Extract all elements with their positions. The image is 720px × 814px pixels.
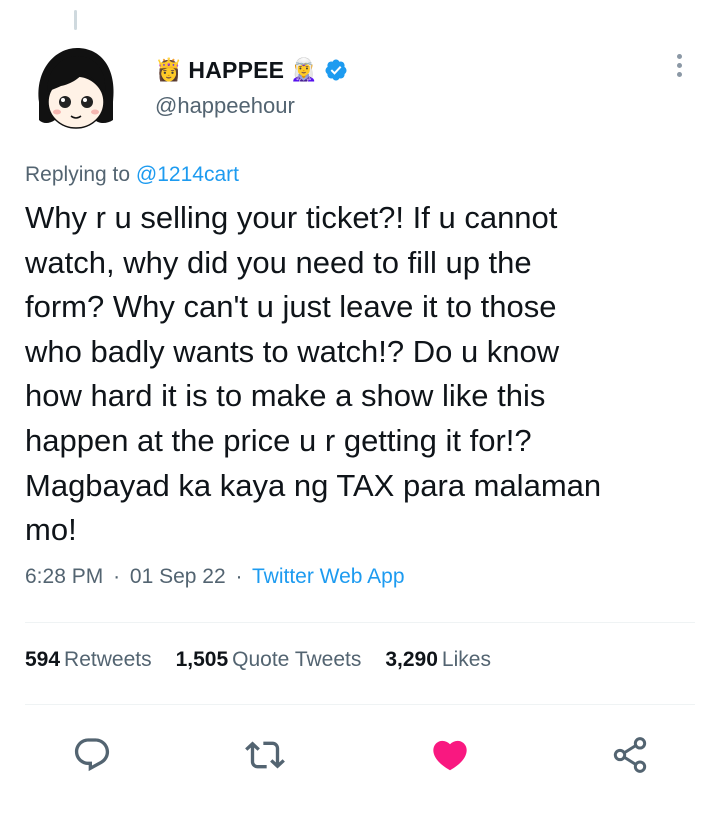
verified-badge-icon <box>325 59 347 81</box>
replying-to-handle-link[interactable]: @1214cart <box>136 163 239 186</box>
tweet-source-link[interactable]: Twitter Web App <box>252 565 405 588</box>
tweet-time[interactable]: 6:28 PM <box>25 565 103 588</box>
cartoon-girl-avatar-icon <box>38 48 114 129</box>
quote-tweets-stat[interactable]: 1,505 Quote Tweets <box>176 648 362 672</box>
likes-stat[interactable]: 3,290 Likes <box>385 648 491 672</box>
replying-to-line: Replying to @1214cart <box>25 163 239 187</box>
retweets-label: Retweets <box>64 648 152 671</box>
more-dot <box>676 71 682 77</box>
share-button[interactable] <box>610 735 650 775</box>
more-dot <box>676 53 682 59</box>
divider <box>25 622 695 623</box>
princess-emoji-icon: 👸 <box>155 57 183 82</box>
tweet-meta: 6:28 PM · 01 Sep 22 · Twitter Web App <box>25 565 405 589</box>
heart-icon <box>433 740 467 771</box>
reply-icon <box>74 738 110 772</box>
elf-emoji-icon: 🧝‍♀️ <box>290 57 318 82</box>
tweet-stats: 594 Retweets 1,505 Quote Tweets 3,290 Likes <box>25 648 491 672</box>
reply-button[interactable] <box>72 735 112 775</box>
author-handle[interactable]: @happeehour <box>155 93 295 119</box>
thread-connector-line <box>74 10 77 30</box>
more-dot <box>676 62 682 68</box>
author-name-row[interactable]: 👸 HAPPEE 🧝‍♀️ <box>155 55 348 85</box>
display-name[interactable]: HAPPEE <box>188 57 284 84</box>
tweet-date[interactable]: 01 Sep 22 <box>130 565 226 588</box>
retweet-icon <box>245 741 285 769</box>
avatar[interactable] <box>25 40 125 140</box>
share-icon <box>613 737 647 773</box>
tweet-text: Why r u selling your ticket?! If u canno… <box>25 200 602 548</box>
like-button[interactable] <box>430 735 470 775</box>
divider <box>25 704 695 705</box>
tweet-actions-bar <box>0 735 720 775</box>
likes-count: 3,290 <box>385 648 438 671</box>
replying-to-label: Replying to <box>25 163 131 186</box>
retweets-stat[interactable]: 594 Retweets <box>25 648 152 672</box>
quote-tweets-label: Quote Tweets <box>232 648 362 671</box>
more-options-icon[interactable] <box>664 50 694 80</box>
likes-label: Likes <box>441 648 491 671</box>
retweet-button[interactable] <box>245 735 285 775</box>
meta-separator: · <box>113 565 121 588</box>
quote-tweets-count: 1,505 <box>175 648 229 671</box>
meta-separator: · <box>235 565 243 588</box>
retweets-count: 594 <box>25 648 61 671</box>
